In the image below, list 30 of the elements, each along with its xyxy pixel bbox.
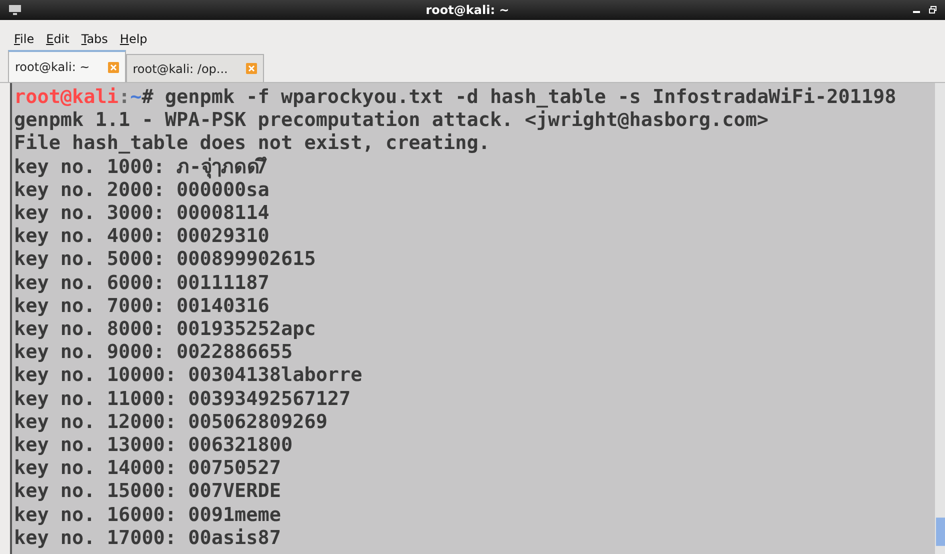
- terminal-line: key no. 1000: ภ-จุ่ๅภดด/ึ: [14, 154, 268, 178]
- scrollbar[interactable]: [935, 83, 945, 554]
- terminal-icon[interactable]: [8, 4, 22, 16]
- terminal-line: File hash_table does not exist, creating.: [14, 131, 491, 155]
- terminal-line: key no. 16000: 0091meme: [14, 502, 282, 526]
- restore-icon[interactable]: [929, 6, 937, 14]
- terminal-line: key no. 14000: 00750527: [14, 456, 282, 480]
- terminal-line: key no. 10000: 00304138laborre: [14, 363, 364, 387]
- terminal-line: genpmk 1.1 - WPA-PSK precomputation attack. <jwright@hasborg.com>: [14, 108, 770, 132]
- menu-item[interactable]: Edit: [46, 32, 70, 46]
- terminal-line: key no. 3000: 00008114: [14, 201, 270, 224]
- menu-item[interactable]: File: [14, 32, 34, 46]
- terminal-line: key no. 4000: 00029310: [14, 224, 270, 248]
- terminal-line: key no. 8000: 001935252apc: [14, 317, 317, 340]
- terminal-line: key no. 12000: 005062809269: [14, 410, 328, 434]
- terminal-line: root@kali:~# genpmk -f wparockyou.txt -d hash_table -s InfostradaWiFi-201198: [14, 85, 898, 108]
- terminal-line: key no. 17000: 00asis87: [14, 526, 282, 550]
- tab[interactable]: root@kali: /op...: [126, 54, 264, 82]
- menu-item[interactable]: Tabs: [81, 32, 108, 46]
- menu-item[interactable]: Help: [120, 32, 148, 46]
- terminal-line: key no. 9000: 0022886655: [14, 340, 294, 364]
- terminal-line: key no. 15000: 007VERDE: [14, 479, 282, 503]
- terminal-line: key no. 5000: 000899902615: [14, 247, 317, 271]
- terminal-line: key no. 2000: 000000sa: [14, 178, 270, 202]
- terminal-line: key no. 6000: 00111187: [14, 270, 270, 294]
- terminal-line: key no. 7000: 00140316: [14, 294, 270, 318]
- window-title: root@kali: ~: [424, 3, 510, 17]
- terminal-line: key no. 11000: 00393492567127: [14, 386, 352, 410]
- tab[interactable]: root@kali: ~: [8, 50, 126, 82]
- terminal-line: key no. 13000: 006321800: [14, 433, 294, 456]
